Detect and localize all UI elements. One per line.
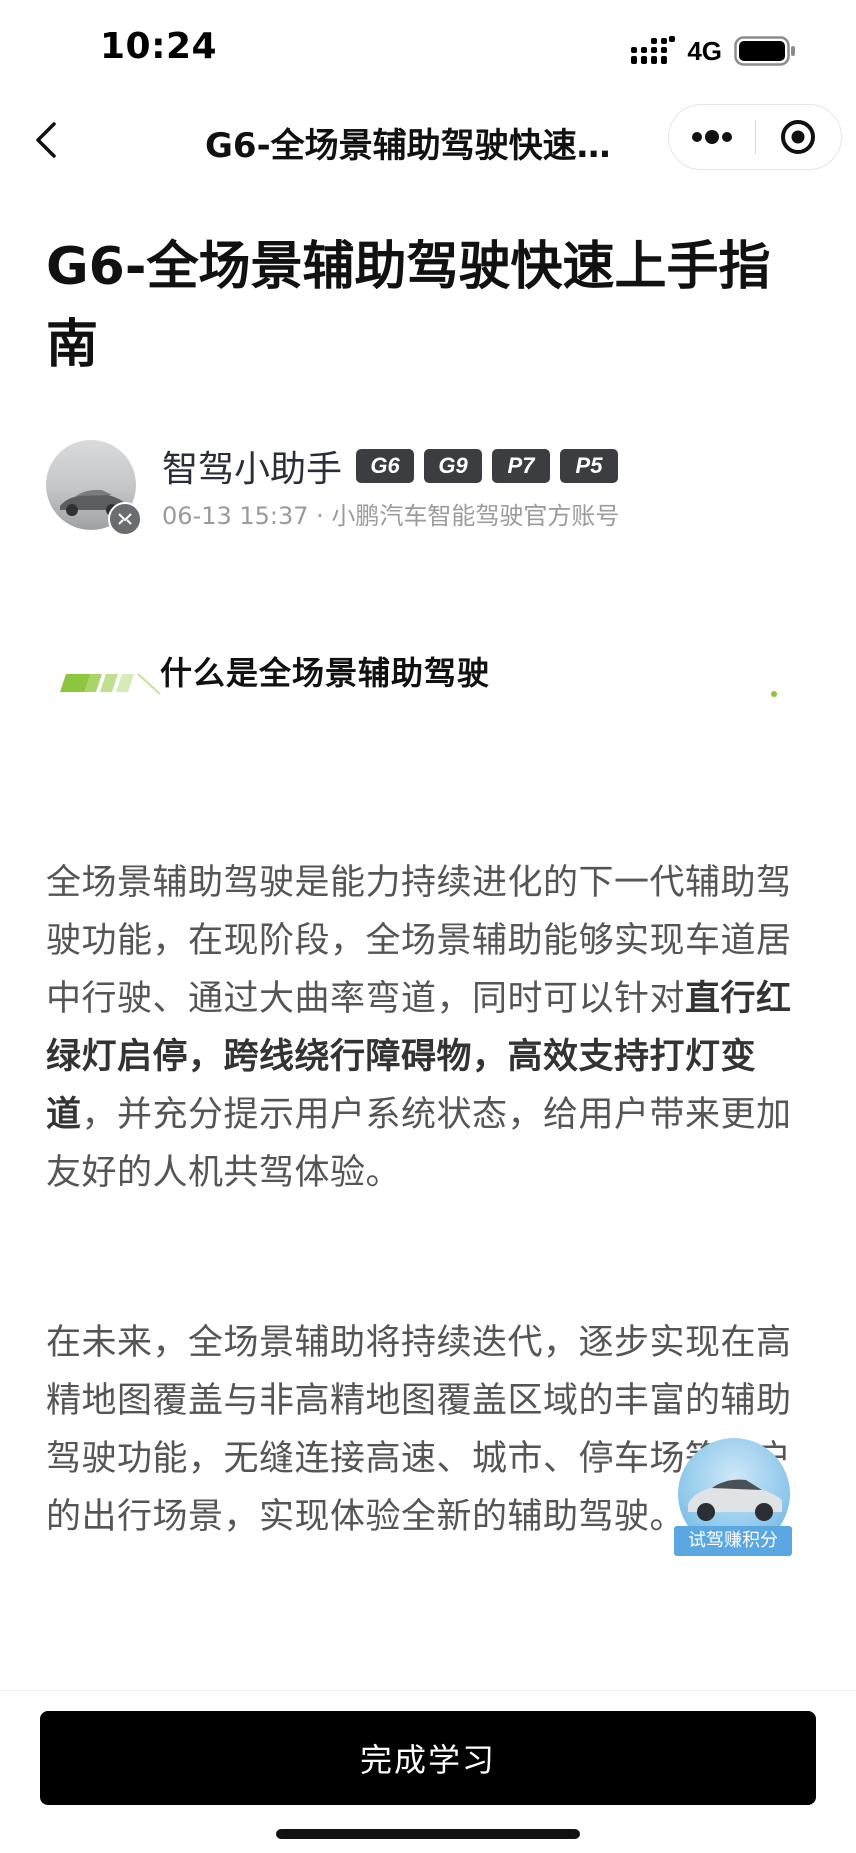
bottom-bar: 完成学习 [0, 1690, 856, 1853]
paragraph-text: ，并充分提示用户系统状态，给用户带来更加友好的人机共驾体验。 [46, 1095, 792, 1193]
more-button[interactable] [669, 105, 755, 169]
close-mini-program-button[interactable] [756, 105, 842, 169]
test-drive-promo-button[interactable]: 试驾赚积分 [674, 1438, 792, 1558]
article-paragraph: 全场景辅助驾驶是能力持续进化的下一代辅助驾驶功能，在现阶段，全场景辅助能够实现车… [46, 854, 816, 1202]
mini-program-capsule [668, 104, 842, 170]
model-tag: G6 [356, 449, 415, 483]
target-circle-icon [781, 120, 816, 154]
author-block: 智驾小助手 G6 G9 P7 P5 06-13 15:37 · 小鹏汽车智能驾驶… [46, 440, 826, 540]
paragraph-text: 全场景辅助驾驶是能力持续进化的下一代辅助驾驶功能，在现阶段，全场景辅助能够实现车… [46, 863, 792, 1019]
author-name[interactable]: 智驾小助手 [162, 440, 342, 492]
article-title: G6-全场景辅助驾驶快速上手指南 [46, 237, 771, 375]
model-tag: P5 [560, 449, 619, 483]
chevron-left-icon [36, 122, 56, 158]
section-banner: 什么是全场景辅助驾驶 [60, 640, 780, 700]
status-bar: 10:24 4G [0, 0, 856, 100]
brand-logo-icon [118, 513, 132, 525]
nav-bar: G6-全场景辅助驾驶快速… [0, 100, 856, 180]
promo-label: 试驾赚积分 [674, 1526, 792, 1556]
section-heading: 什么是全场景辅助驾驶 [160, 654, 491, 692]
home-indicator[interactable] [276, 1829, 580, 1839]
author-meta: 06-13 15:37 · 小鹏汽车智能驾驶官方账号 [162, 502, 620, 530]
author-name-row: 智驾小助手 G6 G9 P7 P5 [162, 440, 619, 492]
model-tag: G9 [424, 449, 483, 483]
back-button[interactable] [24, 114, 68, 166]
status-indicators: 4G [631, 36, 796, 66]
model-tag: P7 [492, 449, 551, 483]
battery-icon [734, 36, 795, 66]
complete-learning-button[interactable]: 完成学习 [40, 1711, 816, 1805]
nav-title: G6-全场景辅助驾驶快速… [205, 126, 611, 166]
network-label: 4G [687, 35, 722, 66]
more-dots-icon [691, 130, 732, 144]
avatar-badge [108, 502, 142, 536]
status-time: 10:24 [100, 26, 218, 67]
signal-icon [631, 36, 676, 64]
